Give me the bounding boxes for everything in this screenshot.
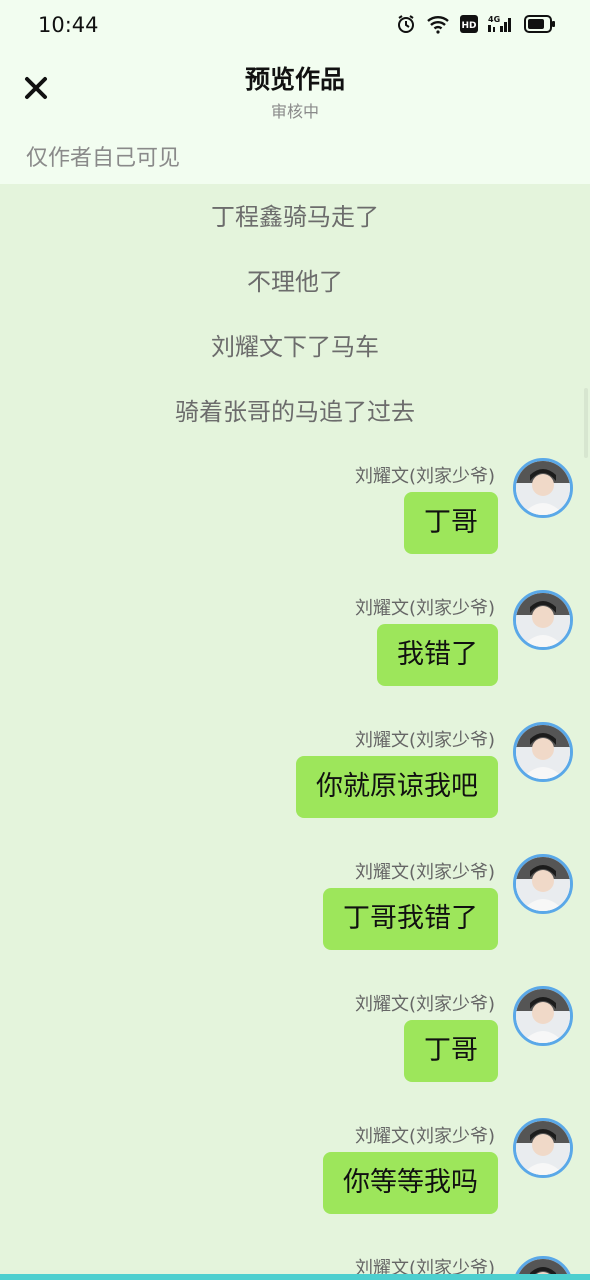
alarm-icon: [396, 14, 416, 38]
message-bubble[interactable]: 我错了: [377, 624, 498, 686]
svg-text:4G: 4G: [488, 15, 500, 24]
page-title: 预览作品: [244, 65, 345, 94]
avatar[interactable]: [513, 722, 573, 782]
status-time: 10:44: [38, 13, 99, 37]
status-icons: HD 4G: [396, 14, 556, 38]
avatar[interactable]: [513, 1118, 573, 1178]
sender-name: 刘耀文(刘家少爷): [354, 994, 495, 1015]
sender-name: 刘耀文(刘家少爷): [354, 466, 495, 487]
message-bubble[interactable]: 丁哥: [404, 1020, 498, 1082]
narration-line: 骑着张哥的马追了过去: [175, 398, 415, 426]
sender-name: 刘耀文(刘家少爷): [354, 1126, 495, 1147]
scrollbar[interactable]: [584, 388, 588, 458]
chat-message: 刘耀文(刘家少爷) 我错了: [0, 590, 590, 714]
review-status: 审核中: [270, 102, 319, 121]
avatar[interactable]: [513, 986, 573, 1046]
chat-message: 刘耀文(刘家少爷) 你等等我吗: [0, 1118, 590, 1242]
battery-icon: [524, 15, 556, 37]
hd-icon: HD: [460, 15, 478, 37]
chat-message: 刘耀文(刘家少爷) 丁哥: [0, 986, 590, 1110]
message-bubble[interactable]: 你等等我吗: [323, 1152, 498, 1214]
sender-name: 刘耀文(刘家少爷): [354, 598, 495, 619]
avatar[interactable]: [513, 458, 573, 518]
narration-line: 不理他了: [247, 268, 343, 296]
svg-text:HD: HD: [461, 21, 476, 31]
narration-line: 丁程鑫骑马走了: [211, 203, 379, 231]
narration-line: 刘耀文下了马车: [211, 333, 379, 361]
message-bubble[interactable]: 你就原谅我吧: [296, 756, 498, 818]
signal-4g-icon: 4G: [488, 14, 514, 38]
bottom-progress-bar: [0, 1274, 590, 1280]
avatar[interactable]: [513, 590, 573, 650]
top-bar: 10:44 HD 4G 预览作品 审核中 仅作者自己可见: [0, 0, 590, 184]
message-bubble[interactable]: 丁哥我错了: [323, 888, 498, 950]
avatar[interactable]: [513, 854, 573, 914]
message-bubble[interactable]: 丁哥: [404, 492, 498, 554]
chat-message: 刘耀文(刘家少爷) 丁哥: [0, 458, 590, 582]
chat-message: 刘耀文(刘家少爷) 你就原谅我吧: [0, 722, 590, 846]
wifi-icon: [426, 14, 450, 38]
sender-name: 刘耀文(刘家少爷): [354, 730, 495, 751]
chat-message: 刘耀文(刘家少爷) 丁哥我错了: [0, 854, 590, 978]
visibility-note: 仅作者自己可见: [26, 146, 181, 171]
sender-name: 刘耀文(刘家少爷): [354, 862, 495, 883]
